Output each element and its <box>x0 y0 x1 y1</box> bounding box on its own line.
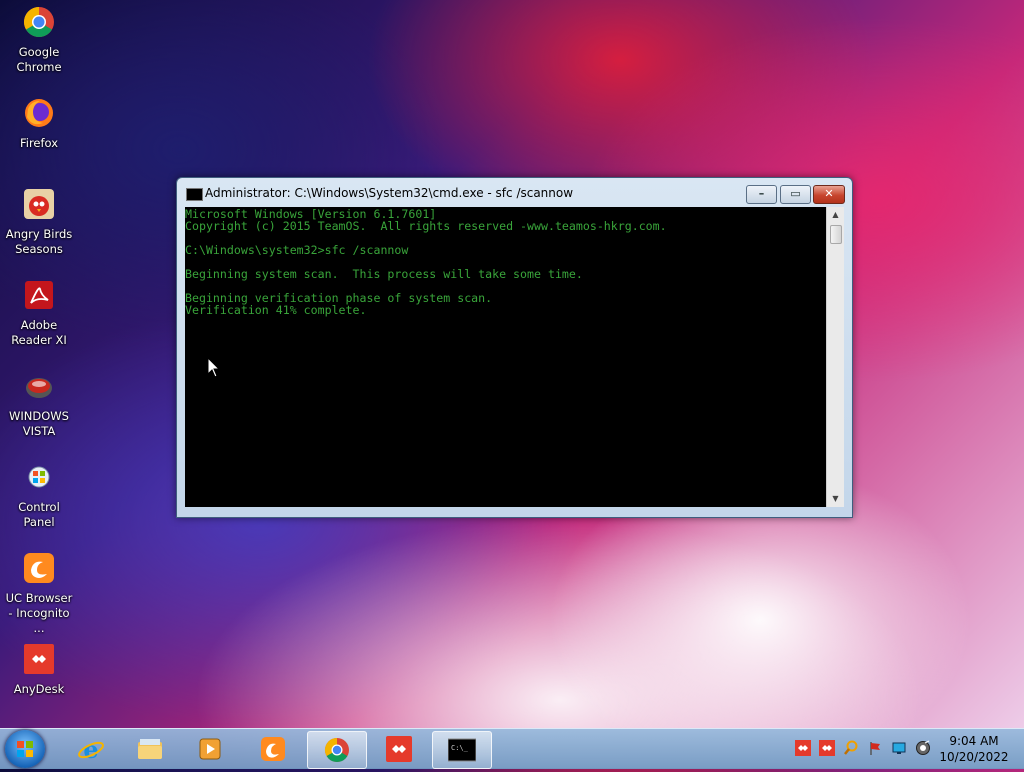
action-center-flag-icon[interactable] <box>867 740 883 756</box>
title-bar[interactable]: Administrator: C:\Windows\System32\cmd.e… <box>177 178 852 206</box>
scroll-up-arrow-icon[interactable]: ▲ <box>827 207 844 223</box>
windows-vista-icon <box>26 378 52 398</box>
desktop-icon-angry-birds[interactable]: Angry Birds Seasons <box>0 182 78 257</box>
cmd-window[interactable]: Administrator: C:\Windows\System32\cmd.e… <box>176 177 853 518</box>
scroll-down-arrow-icon[interactable]: ▼ <box>827 491 844 507</box>
desktop-icon-firefox[interactable]: Firefox <box>0 91 78 151</box>
close-button[interactable]: ✕ <box>813 185 845 204</box>
uc-browser-icon <box>261 737 285 761</box>
anydesk-tray-icon[interactable] <box>819 740 835 756</box>
network-icon[interactable] <box>891 740 907 756</box>
chrome-icon <box>23 6 54 38</box>
internet-explorer-icon: e <box>78 736 104 762</box>
adobe-reader-icon <box>25 281 53 309</box>
angry-birds-icon <box>24 189 54 219</box>
desktop-icon-uc-browser[interactable]: UC Browser - Incognito ... <box>0 546 78 636</box>
desktop-icon-label: Firefox <box>19 136 59 150</box>
taskbar-command-prompt[interactable]: C:\_ <box>432 731 492 769</box>
file-explorer-icon <box>138 739 162 759</box>
mouse-cursor-icon <box>207 357 221 378</box>
svg-text:e: e <box>83 736 98 762</box>
desktop-icon-windows-vista[interactable]: WINDOWS VISTA <box>0 364 78 439</box>
taskbar-uc-browser[interactable] <box>244 731 302 767</box>
maximize-button[interactable]: ▭ <box>780 185 811 204</box>
console-output[interactable]: Microsoft Windows [Version 6.1.7601] Cop… <box>185 207 826 507</box>
desktop-icon-label: Adobe Reader XI <box>11 318 67 347</box>
window-title: Administrator: C:\Windows\System32\cmd.e… <box>205 186 574 200</box>
anydesk-tray-icon[interactable] <box>795 740 811 756</box>
console-text: Microsoft Windows [Version 6.1.7601] Cop… <box>185 207 667 317</box>
desktop-icon-google-chrome[interactable]: Google Chrome <box>0 0 78 75</box>
desktop-icon-label: Google Chrome <box>16 45 62 74</box>
minimize-icon: – <box>758 187 765 200</box>
desktop-icon-label: Angry Birds Seasons <box>5 227 73 256</box>
desktop-icon-label: WINDOWS VISTA <box>9 409 69 438</box>
taskbar-google-chrome[interactable] <box>307 731 367 769</box>
system-clock[interactable]: 9:04 AM 10/20/2022 <box>938 733 1010 765</box>
desktop-icon-label: AnyDesk <box>13 682 65 696</box>
taskbar-anydesk[interactable] <box>370 731 428 767</box>
clock-time: 9:04 AM <box>949 734 999 748</box>
close-icon: ✕ <box>824 187 834 200</box>
cmd-icon: C:\_ <box>448 738 476 762</box>
desktop-icon-control-panel[interactable]: Control Panel <box>0 455 78 530</box>
desktop-icon-label: UC Browser - Incognito ... <box>5 591 73 635</box>
chrome-icon <box>324 738 349 763</box>
taskbar-file-explorer[interactable] <box>121 731 179 767</box>
scroll-thumb[interactable] <box>830 225 842 244</box>
uc-browser-icon <box>24 553 54 583</box>
desktop-icon-adobe-reader[interactable]: Adobe Reader XI <box>0 273 78 348</box>
search-tray-icon[interactable] <box>843 740 859 756</box>
taskbar: e C:\_ 9:04 AM 10/20/2022 <box>0 728 1024 769</box>
vertical-scrollbar[interactable]: ▲ ▼ <box>826 207 844 507</box>
anydesk-icon <box>24 644 54 674</box>
minimize-button[interactable]: – <box>746 185 777 204</box>
control-panel-icon <box>28 466 50 488</box>
desktop-icon-anydesk[interactable]: AnyDesk <box>0 637 78 697</box>
clock-date: 10/20/2022 <box>939 750 1009 764</box>
volume-icon[interactable] <box>915 740 931 756</box>
maximize-icon: ▭ <box>790 187 801 200</box>
desktop-icon-label: Control Panel <box>18 500 60 529</box>
firefox-icon <box>25 99 53 127</box>
start-button[interactable] <box>5 730 45 768</box>
svg-text:C:\_: C:\_ <box>451 744 469 752</box>
media-player-icon <box>199 738 221 760</box>
cmd-icon <box>186 188 203 201</box>
anydesk-icon <box>386 736 412 762</box>
taskbar-media-player[interactable] <box>181 731 239 767</box>
windows-logo-icon <box>17 741 33 757</box>
taskbar-internet-explorer[interactable]: e <box>62 731 120 767</box>
